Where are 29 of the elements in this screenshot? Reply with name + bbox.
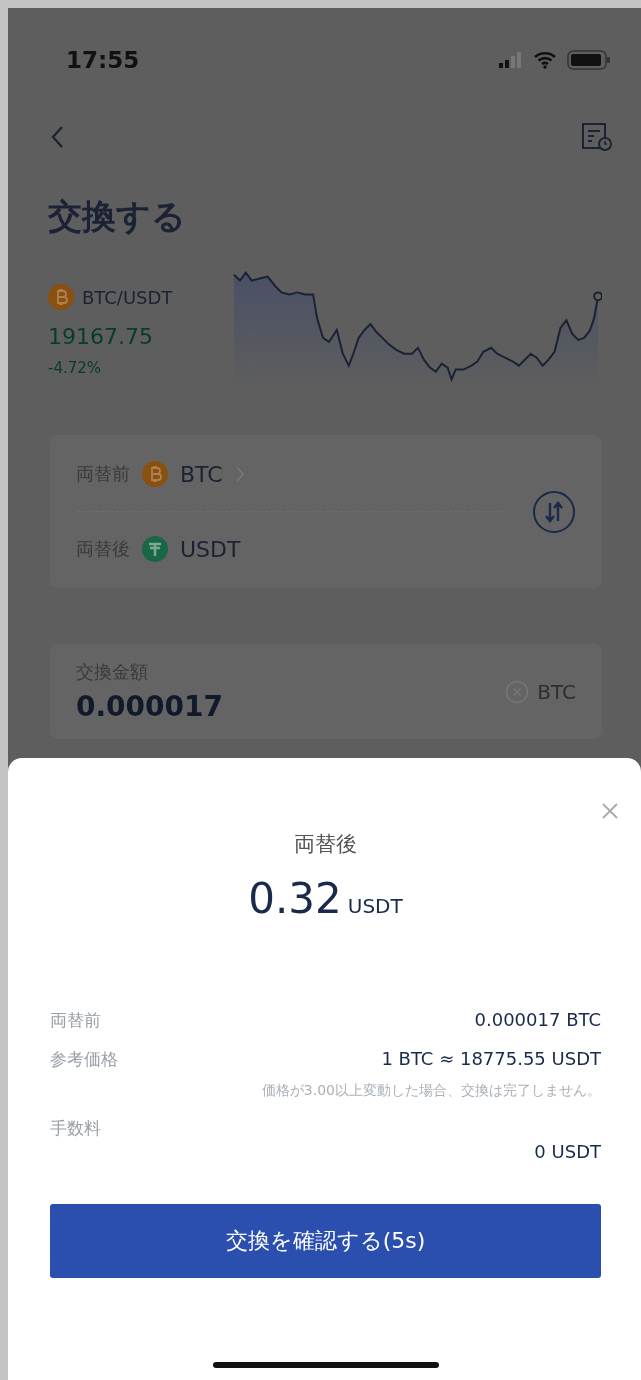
page-title: 交換する <box>48 195 187 238</box>
result-amount: 0.32 <box>248 874 342 923</box>
detail-value: 1 BTC ≈ 18775.55 USDT <box>381 1048 601 1069</box>
wifi-icon <box>533 51 557 69</box>
coin-name[interactable]: USDT <box>180 536 241 562</box>
price-value: 19167.75 <box>48 324 154 349</box>
detail-label: 両替前 <box>50 1009 101 1032</box>
battery-icon <box>567 50 611 70</box>
confirm-button[interactable]: 交換を確認する(5s) <box>50 1204 601 1279</box>
bitcoin-icon <box>48 284 74 310</box>
close-icon[interactable] <box>601 802 619 820</box>
price-change: -4.72% <box>48 359 103 377</box>
pair-name: BTC/USDT <box>82 286 173 308</box>
back-icon[interactable] <box>50 125 64 149</box>
sheet-title: 両替後 <box>293 831 358 858</box>
swap-icon[interactable] <box>532 489 576 534</box>
tether-icon <box>142 536 168 562</box>
amount-input[interactable]: 0.000017 <box>76 690 506 723</box>
history-icon[interactable] <box>581 122 613 152</box>
detail-label: 参考価格 <box>50 1048 118 1071</box>
price-note: 価格が3.00以上変動した場合、交換は完了しません。 <box>261 1081 601 1100</box>
detail-value: 0.000017 BTC <box>474 1009 601 1030</box>
result-unit: USDT <box>347 894 403 918</box>
bitcoin-icon <box>142 461 168 487</box>
status-time: 17:55 <box>66 47 140 73</box>
signal-icon <box>499 52 523 68</box>
coin-name[interactable]: BTC <box>180 461 223 487</box>
detail-label: 手数料 <box>50 1117 101 1141</box>
detail-value: 0 USDT <box>534 1141 601 1163</box>
